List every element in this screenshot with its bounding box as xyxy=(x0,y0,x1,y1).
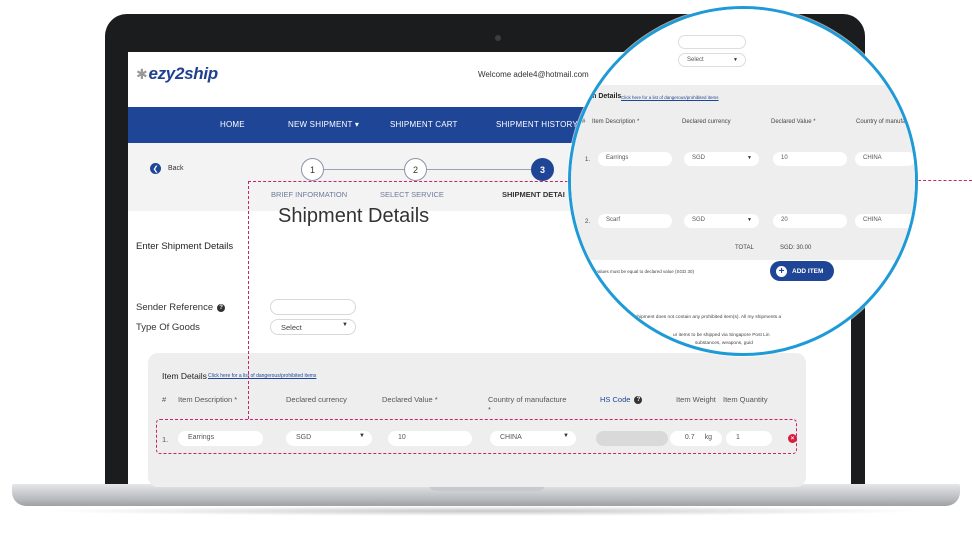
col-value: Declared Value * xyxy=(382,395,438,404)
col-hs-code: HS Code ? xyxy=(600,395,643,405)
step-3-circle[interactable]: 3 xyxy=(531,158,554,181)
step-connector xyxy=(427,169,534,170)
highlight-connector xyxy=(248,181,249,419)
zoom-prohibited-link[interactable]: Click here for a list of dangerous/prohi… xyxy=(621,94,719,102)
back-button[interactable]: ❮ Back xyxy=(150,163,184,174)
add-item-button[interactable]: + ADD ITEM xyxy=(770,261,834,281)
zoom-disclaimer: ur items to be shipped via Singapore Pos… xyxy=(673,333,770,338)
step-3-label: SHIPMENT DETAI xyxy=(502,190,565,199)
zoom-country-select[interactable]: CHINA xyxy=(855,152,915,166)
zoom-header: Select ▼ xyxy=(571,9,915,79)
plus-icon: + xyxy=(776,265,787,277)
chevron-down-icon: ▼ xyxy=(342,322,348,328)
highlight-connector xyxy=(918,180,972,181)
chevron-down-icon: ▼ xyxy=(733,57,738,63)
nav-new-shipment[interactable]: NEW SHIPMENT ▾ xyxy=(288,120,359,129)
zoom-total-label: TOTAL xyxy=(735,245,754,251)
sender-reference-label: Sender Reference ? xyxy=(136,302,226,313)
type-of-goods-select[interactable]: Select ▼ xyxy=(270,319,356,335)
chevron-down-icon: ▼ xyxy=(747,217,752,223)
zoom-description-input[interactable]: Earrings xyxy=(598,152,672,166)
zoom-description-input[interactable]: Scarf xyxy=(598,214,672,228)
zoom-value-input[interactable]: 20 xyxy=(773,214,847,228)
zoom-col-value: Declared Value * xyxy=(771,119,816,125)
highlight-row-frame xyxy=(156,419,797,454)
sender-reference-text: Sender Reference xyxy=(136,302,214,313)
sender-reference-input[interactable] xyxy=(270,299,356,315)
help-icon[interactable]: ? xyxy=(634,396,643,404)
step-1-label: BRIEF INFORMATION xyxy=(271,190,348,199)
laptop-shadow xyxy=(40,506,932,516)
app-logo[interactable]: ✱ezy2ship xyxy=(136,64,218,84)
zoom-total-value: SGD: 30.00 xyxy=(780,245,812,251)
zoom-row-index: 1. xyxy=(585,157,591,163)
col-weight: Item Weight xyxy=(676,395,716,404)
nav-shipment-cart[interactable]: SHIPMENT CART xyxy=(390,120,458,129)
nav-shipment-history[interactable]: SHIPMENT HISTORY xyxy=(496,120,578,129)
zoom-currency-select[interactable]: SGD ▼ xyxy=(684,214,759,228)
zoom-disclaimer: shipment does not contain any prohibited… xyxy=(635,315,782,320)
col-country: Country of manufacture * xyxy=(488,395,567,414)
step-1-circle[interactable]: 1 xyxy=(301,158,324,181)
zoom-select[interactable]: Select ▼ xyxy=(678,53,746,67)
add-item-label: ADD ITEM xyxy=(792,267,824,275)
zoom-callout: Select ▼ Item Details Click here for a l… xyxy=(568,6,918,356)
webcam-icon xyxy=(495,35,501,41)
zoom-disclaimer: substances, weapons, guid xyxy=(695,341,753,346)
zoom-select-value: Select xyxy=(687,57,704,63)
col-currency: Declared currency xyxy=(286,395,347,404)
page-title: Shipment Details xyxy=(278,205,430,227)
zoom-items-title: Item Details xyxy=(582,93,622,100)
type-of-goods-value: Select xyxy=(281,323,302,332)
step-connector xyxy=(324,169,404,170)
help-icon[interactable]: ? xyxy=(217,303,226,312)
zoom-col-currency: Declared currency xyxy=(682,119,731,125)
zoom-item-panel: Item Details Click here for a list of da… xyxy=(571,85,916,260)
hs-code-text: HS Code xyxy=(600,395,631,404)
col-index: # xyxy=(162,395,167,404)
zoom-currency-value: SGD xyxy=(692,217,706,223)
step-2-circle[interactable]: 2 xyxy=(404,158,427,181)
zoom-col-country: Country of manufactur xyxy=(856,119,916,125)
zoom-value-input[interactable]: 10 xyxy=(773,152,847,166)
back-arrow-icon: ❮ xyxy=(150,163,161,174)
section-title: Enter Shipment Details xyxy=(136,241,234,252)
zoom-country-select[interactable]: CHINA xyxy=(855,214,915,228)
logo-mark-icon: ✱ xyxy=(136,66,148,82)
zoom-input[interactable] xyxy=(678,35,746,49)
zoom-col-description: Item Description * xyxy=(592,119,640,125)
col-description: Item Description * xyxy=(178,395,238,404)
zoom-currency-value: SGD xyxy=(692,155,706,161)
zoom-row-index: 2. xyxy=(585,219,591,225)
chevron-down-icon: ▼ xyxy=(747,155,752,161)
prohibited-items-link[interactable]: Click here for a list of dangerous/prohi… xyxy=(208,373,316,379)
zoom-value-note: of item values must be equal to declared… xyxy=(581,269,695,274)
zoom-currency-select[interactable]: SGD ▼ xyxy=(684,152,759,166)
step-2-label: SELECT SERVICE xyxy=(380,190,444,199)
zoom-col-index: # xyxy=(582,119,586,125)
type-of-goods-label: Type Of Goods xyxy=(136,322,200,333)
col-quantity: Item Quantity xyxy=(723,395,768,404)
logo-text: ezy2ship xyxy=(148,64,218,83)
item-details-title: Item Details xyxy=(162,371,207,381)
back-label: Back xyxy=(168,165,184,172)
highlight-connector xyxy=(248,181,568,182)
nav-home[interactable]: HOME xyxy=(220,120,245,129)
